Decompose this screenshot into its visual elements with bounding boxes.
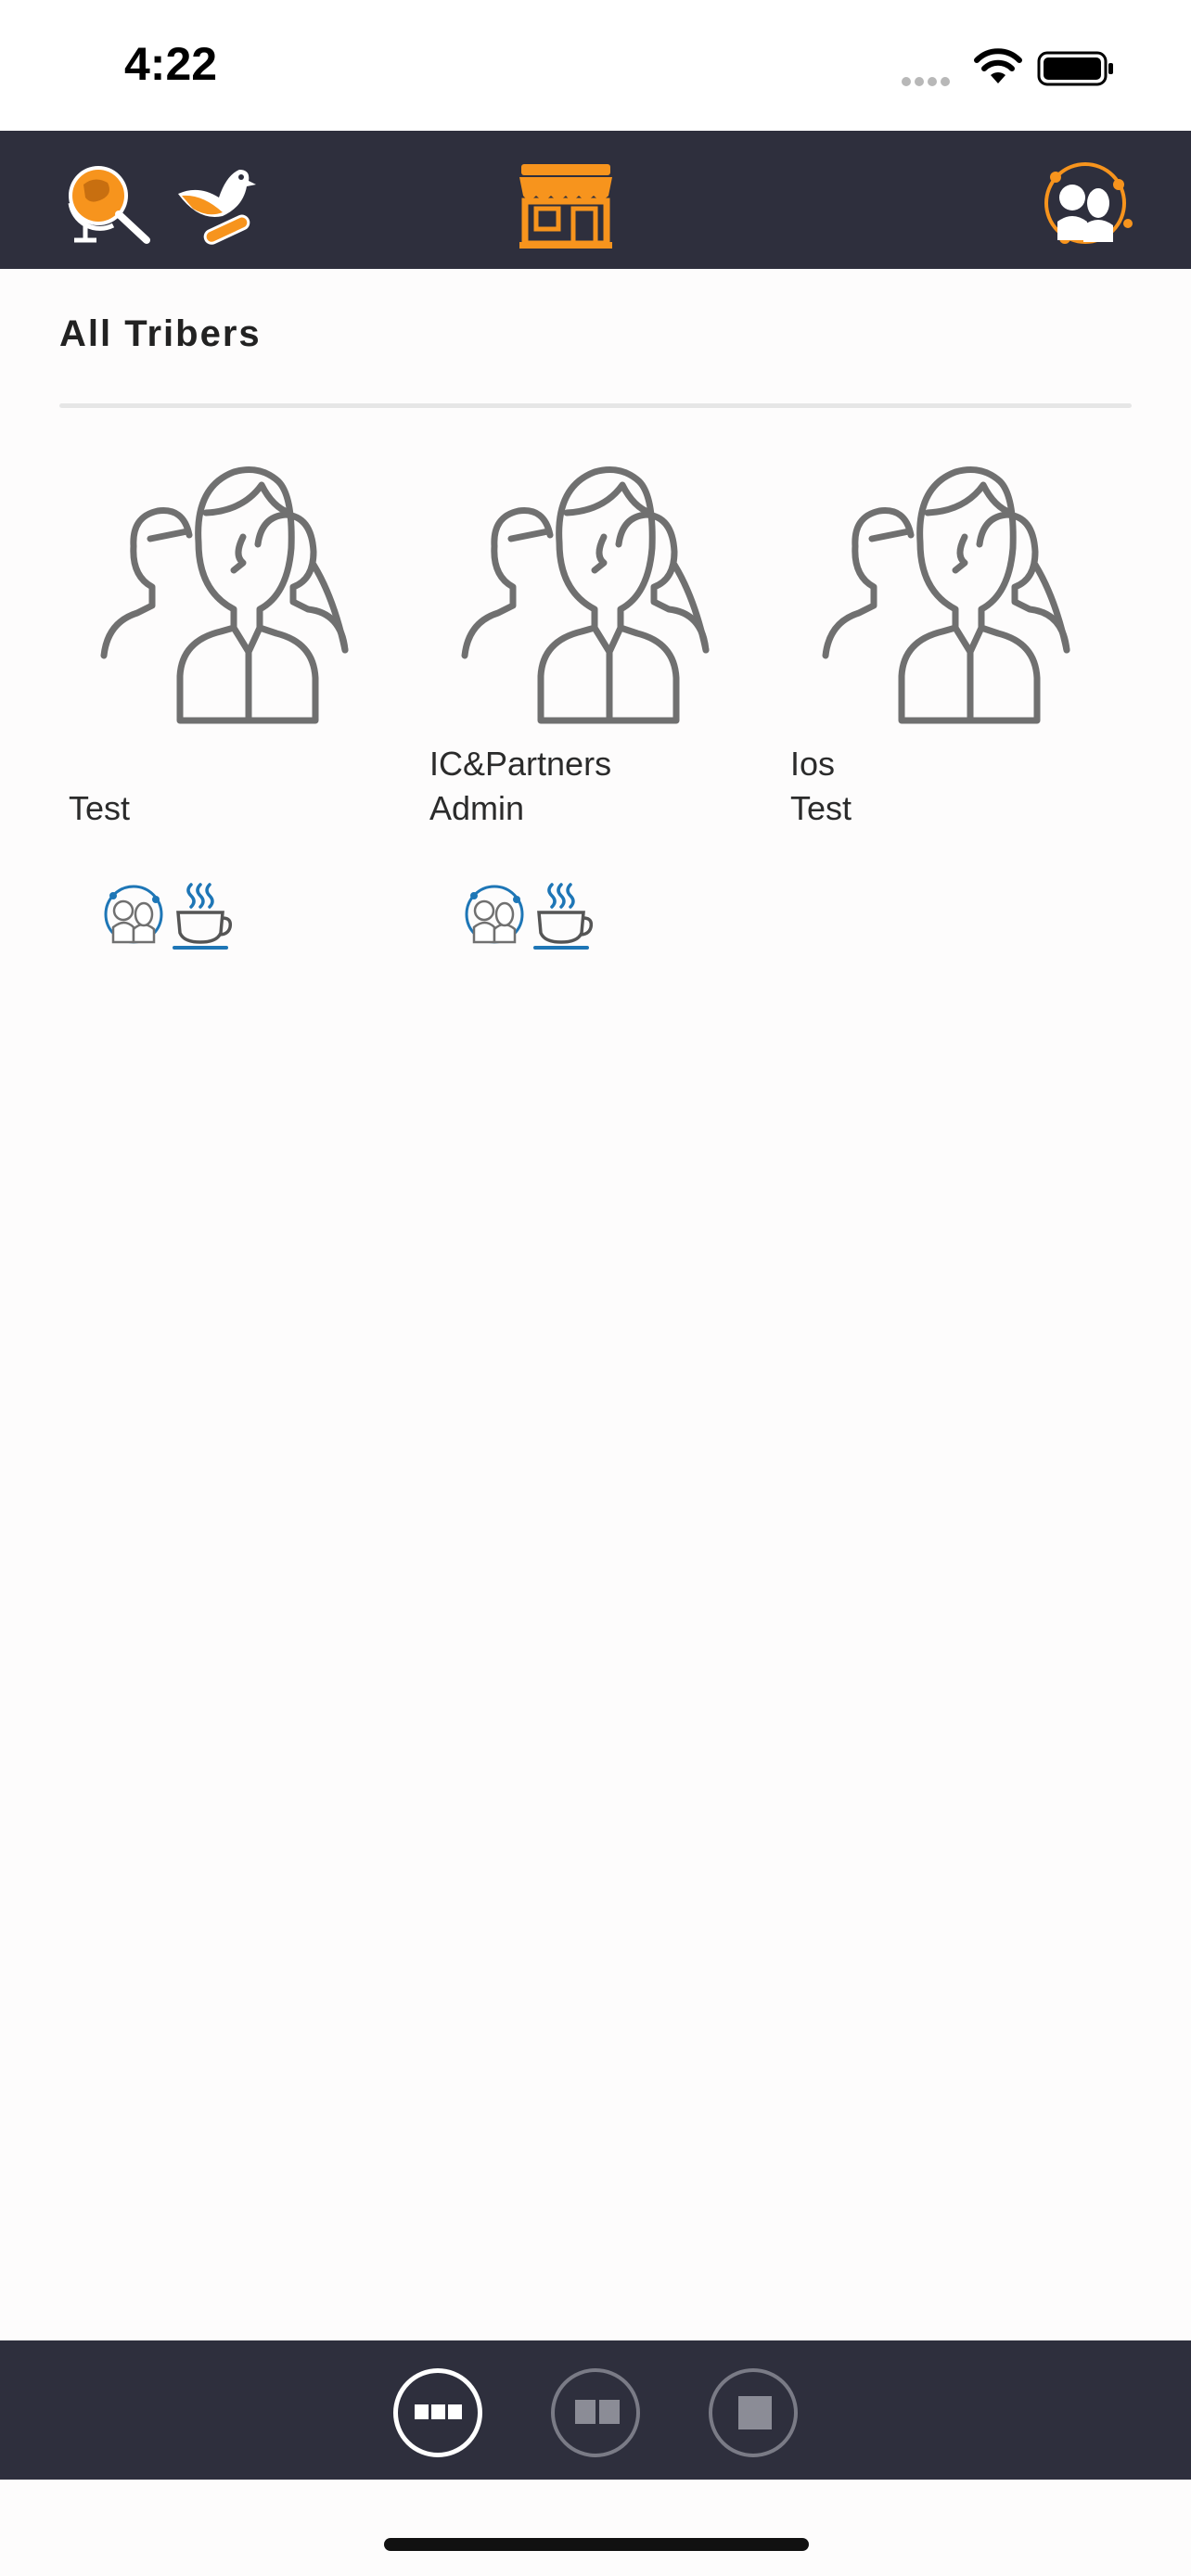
three-column-view-icon	[415, 2404, 462, 2419]
two-column-view-button[interactable]	[551, 2368, 640, 2457]
tribe-network-icon[interactable]	[100, 881, 167, 948]
pigeon-letter-icon[interactable]	[171, 157, 256, 249]
member-first-name: IC&Partners	[429, 745, 612, 783]
coffee-cup-icon[interactable]	[171, 881, 234, 951]
member-last-name: Admin	[429, 789, 525, 827]
group-avatar-icon	[100, 466, 349, 724]
top-nav-bar	[0, 131, 1191, 269]
member-first-name	[69, 742, 130, 786]
member-last-name: Test	[790, 789, 852, 827]
member-card[interactable]: Test	[59, 459, 393, 978]
member-actions	[100, 881, 249, 955]
bottom-view-bar	[0, 2340, 1191, 2480]
status-bar: 4:22	[0, 0, 1191, 131]
member-actions	[461, 881, 609, 955]
globe-search-icon[interactable]	[58, 157, 154, 246]
member-first-name: Ios	[790, 745, 836, 783]
member-last-name: Test	[69, 789, 131, 827]
three-column-view-button[interactable]	[393, 2368, 482, 2457]
member-name: Test	[69, 742, 130, 831]
member-card[interactable]: IC&Partners Admin	[420, 459, 754, 978]
battery-icon	[1037, 51, 1113, 86]
storefront-icon[interactable]	[516, 160, 616, 249]
wifi-icon	[974, 48, 1022, 83]
status-time: 4:22	[124, 38, 218, 90]
two-column-view-icon	[575, 2400, 620, 2424]
cellular-signal-icon	[902, 74, 954, 91]
single-view-button[interactable]	[709, 2368, 798, 2457]
single-view-icon	[738, 2396, 772, 2429]
coffee-cup-icon[interactable]	[531, 881, 595, 951]
member-name: Ios Test	[790, 742, 852, 831]
home-indicator[interactable]	[384, 2538, 809, 2551]
group-avatar-icon	[822, 466, 1070, 724]
group-avatar-icon	[461, 466, 710, 724]
section-divider	[59, 403, 1132, 408]
tribe-network-icon[interactable]	[461, 881, 528, 948]
member-card[interactable]: Ios Test	[781, 459, 1115, 978]
section-title: All Tribers	[59, 313, 262, 354]
member-name: IC&Partners Admin	[429, 742, 611, 831]
tribe-network-icon[interactable]	[1037, 157, 1133, 249]
